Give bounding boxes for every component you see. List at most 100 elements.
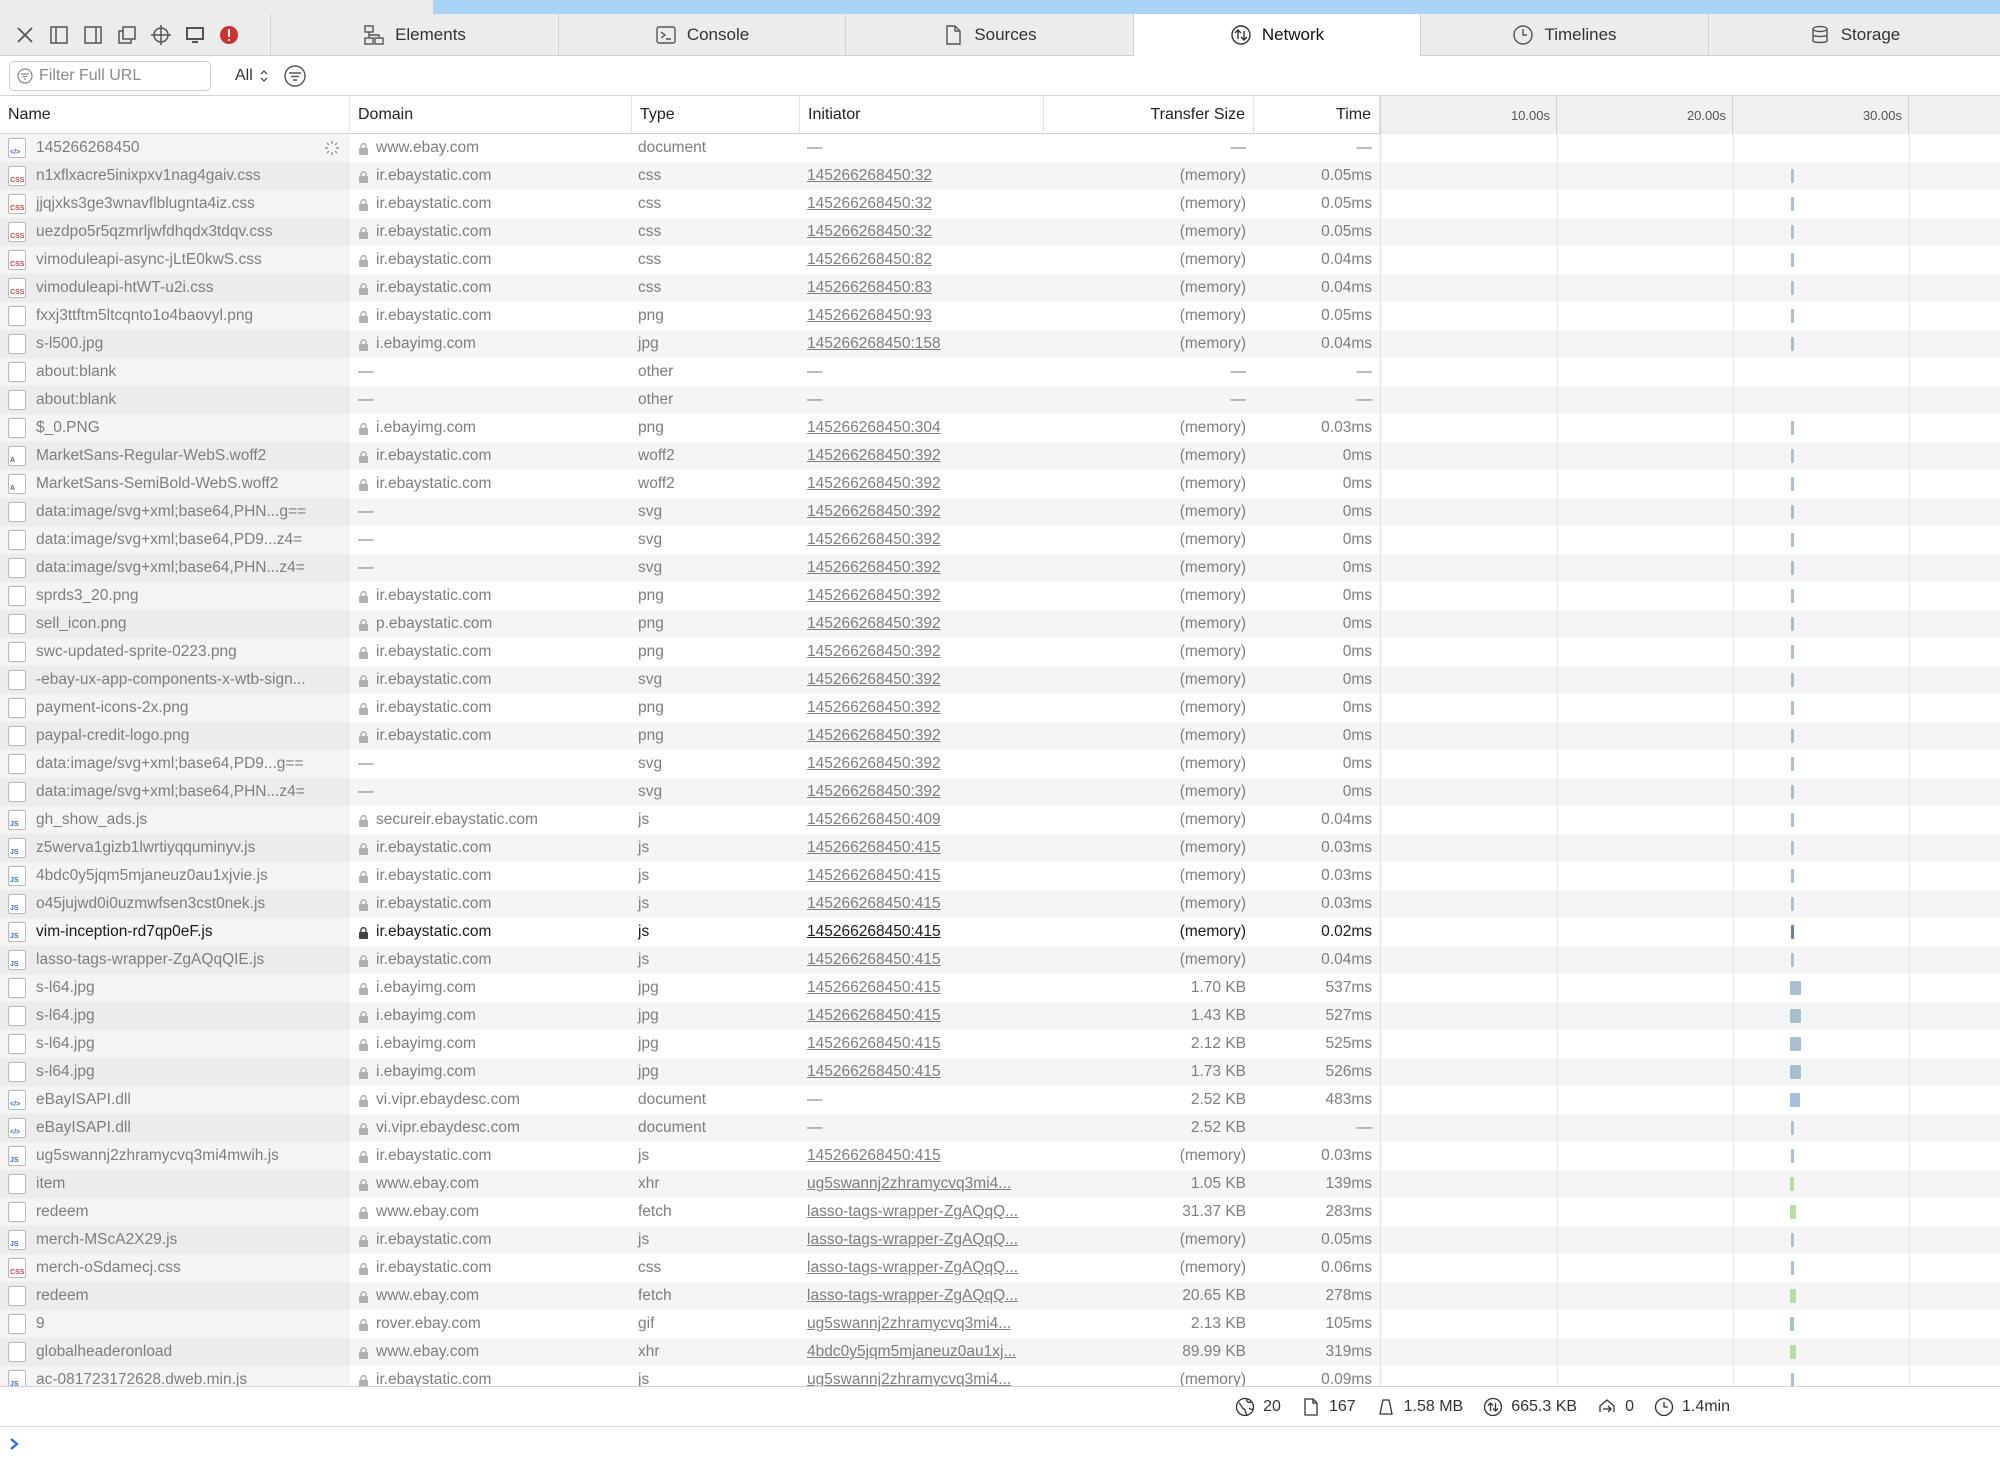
table-row[interactable]: data:image/svg+xml;base64,PHN...z4= — svg 1…	[0, 778, 2000, 806]
initiator-link[interactable]: ug5swannj2zhramycvq3mi4...	[807, 1175, 1011, 1193]
tab-sources[interactable]: Sources	[845, 14, 1133, 56]
initiator-link[interactable]: 145266268450:392	[807, 699, 941, 717]
initiator-link[interactable]: 145266268450:392	[807, 503, 941, 521]
table-row[interactable]: CSS merch-oSdamecj.css ir.ebaystatic.com cs…	[0, 1254, 2000, 1282]
table-row[interactable]: </> 145266268450 www.ebay.com document — — —	[0, 134, 2000, 162]
table-row[interactable]: JS o45jujwd0i0uzmwfsen3cst0nek.js ir.ebays…	[0, 890, 2000, 918]
initiator-link[interactable]: ug5swannj2zhramycvq3mi4...	[807, 1371, 1011, 1386]
initiator-link[interactable]: lasso-tags-wrapper-ZgAQqQ...	[807, 1203, 1018, 1221]
initiator-link[interactable]: 145266268450:32	[807, 167, 932, 185]
waterfall-header[interactable]: 10.00s 20.00s 30.00s	[1380, 96, 2000, 134]
table-row[interactable]: s-l500.jpg i.ebayimg.com jpg 145266268450:1…	[0, 330, 2000, 358]
table-row[interactable]: </> eBayISAPI.dll vi.vipr.ebaydesc.com docu…	[0, 1086, 2000, 1114]
table-row[interactable]: s-l64.jpg i.ebayimg.com jpg 145266268450:41…	[0, 974, 2000, 1002]
initiator-link[interactable]: 145266268450:392	[807, 643, 941, 661]
initiator-link[interactable]: 145266268450:392	[807, 587, 941, 605]
table-row[interactable]: sell_icon.png p.ebaystatic.com png 14526626…	[0, 610, 2000, 638]
table-row[interactable]: data:image/svg+xml;base64,PHN...g== — svg 1…	[0, 498, 2000, 526]
table-row[interactable]: CSS uezdpo5r5qzmrljwfdhqdx3tdqv.css ir.eba…	[0, 218, 2000, 246]
initiator-link[interactable]: 145266268450:415	[807, 979, 941, 997]
initiator-link[interactable]: 145266268450:32	[807, 223, 932, 241]
table-row[interactable]: CSS jjqjxks3ge3wnavflblugnta4iz.css ir.eba…	[0, 190, 2000, 218]
initiator-link[interactable]: 145266268450:392	[807, 475, 941, 493]
device-icon[interactable]	[178, 14, 212, 56]
column-header-type[interactable]: Type	[632, 96, 800, 134]
initiator-link[interactable]: 145266268450:415	[807, 1147, 941, 1165]
initiator-link[interactable]: 145266268450:415	[807, 1063, 941, 1081]
initiator-link[interactable]: 145266268450:82	[807, 251, 932, 269]
table-row[interactable]: CSS vimoduleapi-htWT-u2i.css ir.ebaystatic…	[0, 274, 2000, 302]
table-row[interactable]: JS ug5swannj2zhramycvq3mi4mwih.js ir.ebays…	[0, 1142, 2000, 1170]
table-row[interactable]: CSS vimoduleapi-async-jLtE0kwS.css ir.ebay…	[0, 246, 2000, 274]
initiator-link[interactable]: 145266268450:304	[807, 419, 941, 437]
tab-console[interactable]: Console	[558, 14, 845, 56]
table-row[interactable]: about:blank — other — — —	[0, 358, 2000, 386]
close-icon[interactable]	[8, 14, 42, 56]
column-header-name[interactable]: Name	[0, 96, 350, 134]
initiator-link[interactable]: 145266268450:409	[807, 811, 941, 829]
initiator-link[interactable]: lasso-tags-wrapper-ZgAQqQ...	[807, 1259, 1018, 1277]
table-row[interactable]: JS ac-081723172628.dweb.min.js ir.ebaystat…	[0, 1366, 2000, 1386]
table-row[interactable]: globalheaderonload www.ebay.com xhr 4bdc0y5…	[0, 1338, 2000, 1366]
table-row[interactable]: data:image/svg+xml;base64,PD9...z4= — svg 1…	[0, 526, 2000, 554]
initiator-link[interactable]: 145266268450:392	[807, 559, 941, 577]
table-row[interactable]: paypal-credit-logo.png ir.ebaystatic.com p…	[0, 722, 2000, 750]
initiator-link[interactable]: 145266268450:415	[807, 1007, 941, 1025]
initiator-link[interactable]: 145266268450:392	[807, 615, 941, 633]
initiator-link[interactable]: ug5swannj2zhramycvq3mi4...	[807, 1315, 1011, 1333]
initiator-link[interactable]: lasso-tags-wrapper-ZgAQqQ...	[807, 1231, 1018, 1249]
dock-bottom-icon[interactable]	[42, 14, 76, 56]
table-row[interactable]: redeem www.ebay.com fetch lasso-tags-wrappe…	[0, 1198, 2000, 1226]
table-row[interactable]: item www.ebay.com xhr ug5swannj2zhramycvq3m…	[0, 1170, 2000, 1198]
table-row[interactable]: JS vim-inception-rd7qp0eF.js ir.ebaystatic…	[0, 918, 2000, 946]
initiator-link[interactable]: 145266268450:415	[807, 923, 941, 941]
initiator-link[interactable]: 4bdc0y5jqm5mjaneuz0au1xj...	[807, 1343, 1016, 1361]
initiator-link[interactable]: 145266268450:415	[807, 839, 941, 857]
tab-network[interactable]: Network	[1133, 14, 1420, 56]
table-row[interactable]: JS 4bdc0y5jqm5mjaneuz0au1xjvie.js ir.ebays…	[0, 862, 2000, 890]
table-row[interactable]: JS z5werva1gizb1lwrtiyqquminyv.js ir.ebays…	[0, 834, 2000, 862]
url-filter-input[interactable]	[39, 66, 199, 85]
table-row[interactable]: payment-icons-2x.png ir.ebaystatic.com png…	[0, 694, 2000, 722]
resource-type-select[interactable]: All	[235, 67, 269, 85]
initiator-link[interactable]: 145266268450:93	[807, 307, 932, 325]
initiator-link[interactable]: 145266268450:392	[807, 447, 941, 465]
dock-right-icon[interactable]	[76, 14, 110, 56]
table-row[interactable]: JS lasso-tags-wrapper-ZgAQqQIE.js ir.ebays…	[0, 946, 2000, 974]
initiator-link[interactable]: 145266268450:415	[807, 895, 941, 913]
tab-timelines[interactable]: Timelines	[1420, 14, 1708, 56]
table-row[interactable]: data:image/svg+xml;base64,PHN...z4= — svg 1…	[0, 554, 2000, 582]
initiator-link[interactable]: 145266268450:158	[807, 335, 941, 353]
column-header-time[interactable]: Time	[1254, 96, 1380, 134]
inspect-icon[interactable]	[144, 14, 178, 56]
url-filter[interactable]	[9, 60, 211, 91]
table-row[interactable]: redeem www.ebay.com fetch lasso-tags-wrappe…	[0, 1282, 2000, 1310]
column-header-domain[interactable]: Domain	[350, 96, 632, 134]
column-header-initiator[interactable]: Initiator	[800, 96, 1044, 134]
table-row[interactable]: data:image/svg+xml;base64,PD9...g== — svg 1…	[0, 750, 2000, 778]
tab-elements[interactable]: Elements	[270, 14, 558, 56]
initiator-link[interactable]: lasso-tags-wrapper-ZgAQqQ...	[807, 1287, 1018, 1305]
column-header-transfer-size[interactable]: Transfer Size	[1044, 96, 1254, 134]
table-row[interactable]: A MarketSans-SemiBold-WebS.woff2 ir.ebayst…	[0, 470, 2000, 498]
initiator-link[interactable]: 145266268450:83	[807, 279, 932, 297]
table-row[interactable]: 9 rover.ebay.com gif ug5swannj2zhramycvq3mi…	[0, 1310, 2000, 1338]
initiator-link[interactable]: 145266268450:392	[807, 727, 941, 745]
table-row[interactable]: $_0.PNG i.ebayimg.com png 145266268450:304 (…	[0, 414, 2000, 442]
table-row[interactable]: s-l64.jpg i.ebayimg.com jpg 145266268450:41…	[0, 1058, 2000, 1086]
initiator-link[interactable]: 145266268450:415	[807, 867, 941, 885]
initiator-link[interactable]: 145266268450:415	[807, 951, 941, 969]
error-icon[interactable]	[212, 14, 246, 56]
table-row[interactable]: </> eBayISAPI.dll vi.vipr.ebaydesc.com docu…	[0, 1114, 2000, 1142]
table-row[interactable]: -ebay-ux-app-components-x-wtb-sign... ir.…	[0, 666, 2000, 694]
initiator-link[interactable]: 145266268450:415	[807, 1035, 941, 1053]
table-row[interactable]: s-l64.jpg i.ebayimg.com jpg 145266268450:41…	[0, 1002, 2000, 1030]
table-row[interactable]: A MarketSans-Regular-WebS.woff2 ir.ebaysta…	[0, 442, 2000, 470]
table-row[interactable]: sprds3_20.png ir.ebaystatic.com png 1452662…	[0, 582, 2000, 610]
table-row[interactable]: JS merch-MScA2X29.js ir.ebaystatic.com js la…	[0, 1226, 2000, 1254]
table-row[interactable]: about:blank — other — — —	[0, 386, 2000, 414]
initiator-link[interactable]: 145266268450:32	[807, 195, 932, 213]
initiator-link[interactable]: 145266268450:392	[807, 531, 941, 549]
table-row[interactable]: fxxj3ttftm5ltcqnto1o4baovyl.png ir.ebayst…	[0, 302, 2000, 330]
table-row[interactable]: JS gh_show_ads.js secureir.ebaystatic.com j…	[0, 806, 2000, 834]
